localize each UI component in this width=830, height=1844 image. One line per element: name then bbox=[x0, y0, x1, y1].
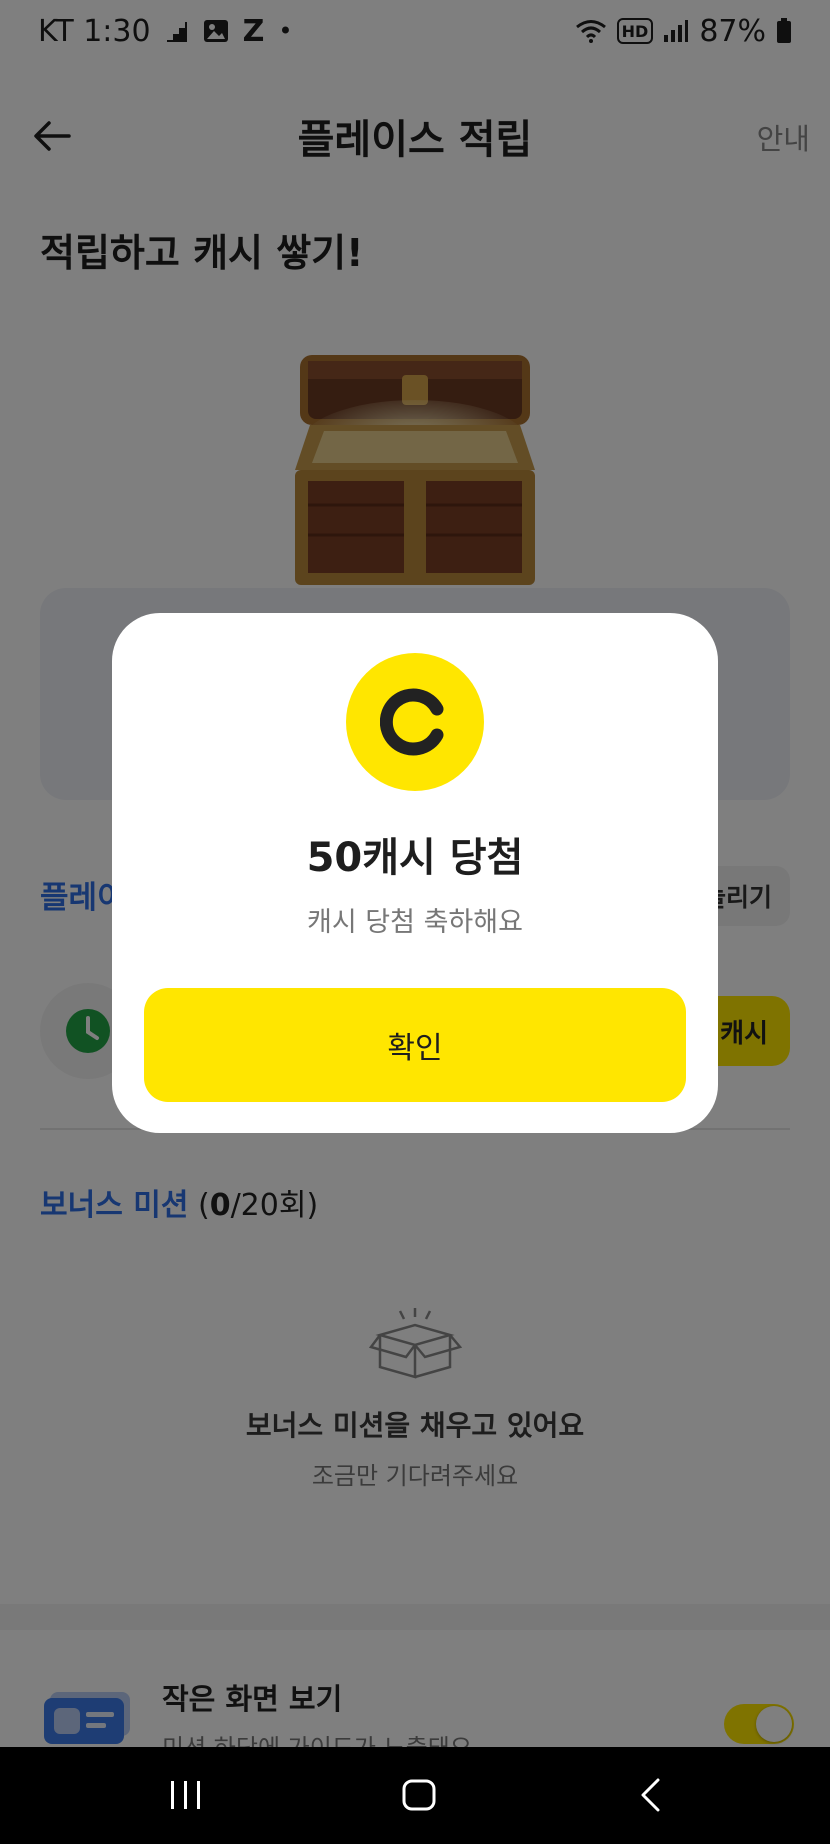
dialog-subtitle: 캐시 당첨 축하해요 bbox=[307, 907, 523, 938]
confirm-button[interactable]: 확인 bbox=[144, 988, 686, 1102]
home-icon bbox=[402, 1779, 436, 1811]
back-nav-button[interactable] bbox=[620, 1767, 680, 1823]
dialog-title: 50캐시 당첨 bbox=[306, 835, 524, 881]
cash-coin-icon bbox=[346, 653, 484, 791]
cash-c-icon bbox=[380, 688, 444, 756]
recent-apps-icon bbox=[171, 1781, 200, 1809]
home-button[interactable] bbox=[389, 1767, 449, 1823]
system-nav-bar bbox=[0, 1747, 830, 1844]
recent-apps-button[interactable] bbox=[156, 1767, 216, 1823]
back-chevron-icon bbox=[641, 1778, 660, 1812]
reward-dialog: 50캐시 당첨 캐시 당첨 축하해요 확인 bbox=[112, 613, 718, 1133]
